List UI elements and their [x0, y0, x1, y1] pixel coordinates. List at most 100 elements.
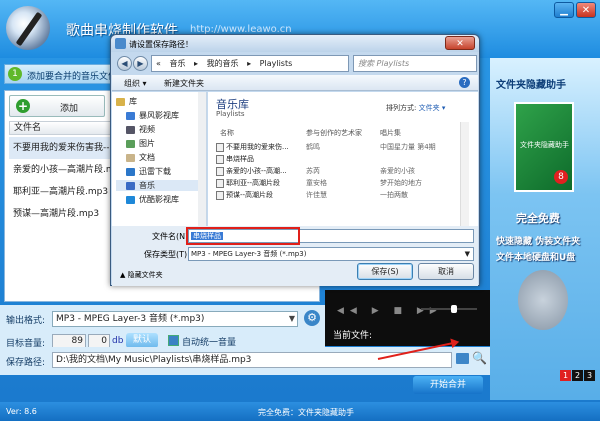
output-format-label: 输出格式:	[6, 316, 46, 326]
breadcrumb-sep: ▸	[194, 59, 199, 68]
ad-panel[interactable]: 文件夹隐藏助手 文件夹隐藏助手 8 完全免费 快速隐藏 伪装文件夹 文件本地硬盘…	[490, 58, 600, 400]
back-button[interactable]: ◀	[117, 56, 132, 71]
ad-pager: 1 2 3	[560, 370, 595, 381]
nav-item-documents[interactable]: 文档	[126, 152, 155, 163]
list-item[interactable]: 预谋—高潮片段.mp3	[9, 203, 119, 225]
breadcrumb-overflow[interactable]: «	[156, 59, 161, 68]
auto-volume-checkbox[interactable]	[168, 335, 179, 346]
search-input[interactable]: 搜索 Playlists	[353, 55, 477, 72]
column-name[interactable]: 名称	[220, 128, 234, 138]
ad-line-1: 快速隐藏 伪装文件夹	[496, 237, 581, 247]
nav-item-thunder[interactable]: 迅雷下载	[126, 166, 171, 177]
status-link[interactable]: 完全免费：文件夹隐藏助手	[258, 407, 354, 418]
ad-box-text: 文件夹隐藏助手	[520, 141, 569, 149]
step-number: 1	[8, 67, 22, 81]
save-button[interactable]: 保存(S)	[357, 263, 413, 280]
file-browser: 音乐库 Playlists 排列方式: 文件夹 ▾ 名称 参与创作的艺术家 唱片…	[208, 92, 478, 226]
save-path-label: 保存路径:	[6, 358, 46, 368]
lock-icon	[518, 270, 568, 330]
file-icon	[216, 154, 224, 164]
column-artist[interactable]: 参与创作的艺术家	[306, 128, 362, 138]
ad-badge: 8	[554, 170, 568, 184]
file-icon	[216, 166, 224, 176]
cancel-button[interactable]: 取消	[418, 263, 474, 280]
close-button[interactable]: ✕	[576, 2, 596, 18]
chevron-down-icon: ▼	[288, 314, 295, 323]
dialog-titlebar: 请设置保存路径！ ✕	[111, 35, 479, 52]
download-icon	[126, 167, 135, 176]
add-button[interactable]: + 添加	[9, 95, 105, 117]
ad-page-3[interactable]: 3	[584, 370, 595, 381]
current-file-label: 当前文件:	[333, 331, 373, 341]
table-row[interactable]: 耶利亚--高潮片段 童安格 梦开始的地方	[216, 178, 470, 190]
default-button[interactable]: 默认	[126, 333, 158, 348]
nav-scrollbar[interactable]	[198, 92, 206, 226]
nav-item-video[interactable]: 视频	[126, 124, 155, 135]
status-bar: Ver: 8.6 完全免费：文件夹隐藏助手	[0, 402, 600, 421]
step-text: 添加要合并的音乐文件	[27, 72, 118, 82]
picture-icon	[126, 139, 135, 148]
dialog-toolbar: 组织 ▾ 新建文件夹 ?	[112, 75, 478, 91]
table-row[interactable]: 亲爱的小孩--高潮... 苏芮 亲爱的小孩	[216, 166, 470, 178]
gear-icon[interactable]: ⚙	[304, 310, 320, 326]
nav-item-library[interactable]: 库	[116, 96, 137, 107]
file-icon	[216, 142, 224, 152]
volume-decimal-input[interactable]: 0	[88, 334, 110, 348]
nav-item-baofeng[interactable]: 暴风影视库	[126, 110, 179, 121]
list-item[interactable]: 亲爱的小孩—高潮片段.mp3	[9, 159, 119, 181]
volume-slider[interactable]	[421, 305, 477, 313]
ad-line-2: 文件本地硬盘和U盘	[496, 253, 576, 263]
search-icon[interactable]: 🔍	[472, 351, 487, 365]
table-row[interactable]: 预谋--高潮片段 许佳慧 一拍两散	[216, 190, 470, 202]
start-merge-button[interactable]: 开始合并	[413, 376, 483, 394]
list-item[interactable]: 不要用我的爱来伤害我--	[9, 137, 119, 159]
breadcrumb-playlists[interactable]: Playlists	[260, 59, 293, 68]
breadcrumb-sep: ▸	[247, 59, 252, 68]
nav-item-pictures[interactable]: 图片	[126, 138, 155, 149]
dialog-title: 请设置保存路径！	[129, 40, 193, 49]
library-subtitle: Playlists	[216, 110, 245, 118]
document-icon	[126, 153, 135, 162]
nav-item-music[interactable]: 音乐	[116, 180, 204, 191]
organize-menu[interactable]: 组织 ▾	[124, 78, 147, 89]
chevron-down-icon: ▼	[464, 250, 470, 258]
library-icon	[116, 97, 125, 106]
ad-product-box: 文件夹隐藏助手 8	[514, 102, 574, 192]
arrange-by[interactable]: 排列方式: 文件夹 ▾	[386, 103, 445, 113]
dialog-close-button[interactable]: ✕	[445, 36, 475, 50]
breadcrumb-music[interactable]: 音乐	[169, 59, 185, 68]
filetype-select[interactable]: MP3 - MPEG Layer-3 音频 (*.mp3) ▼	[188, 247, 474, 261]
forward-button[interactable]: ▶	[133, 56, 148, 71]
file-list: 不要用我的爱来伤害我-- 亲爱的小孩—高潮片段.mp3 耶利亚—高潮片段.mp3…	[9, 137, 119, 225]
db-label: db	[112, 336, 124, 346]
nav-item-youku[interactable]: 优酷影视库	[126, 194, 179, 205]
minimize-button[interactable]: ▁	[554, 2, 574, 18]
ad-page-1[interactable]: 1	[560, 370, 571, 381]
table-row[interactable]: 不要用我的爱来伤... 鹤鸣 中国星力量 第4期	[216, 142, 470, 154]
column-album[interactable]: 唱片集	[380, 128, 401, 138]
folder-icon[interactable]	[456, 353, 469, 364]
output-format-value: MP3 - MPEG Layer-3 音频 (*.mp3)	[56, 314, 205, 324]
new-folder-button[interactable]: 新建文件夹	[164, 78, 204, 89]
list-item[interactable]: 耶利亚—高潮片段.mp3	[9, 181, 119, 203]
plus-icon: +	[16, 99, 30, 113]
save-dialog: 请设置保存路径！ ✕ ◀ ▶ « 音乐 ▸ 我的音乐 ▸ Playlists 搜…	[110, 34, 480, 286]
breadcrumb[interactable]: « 音乐 ▸ 我的音乐 ▸ Playlists	[151, 55, 349, 72]
cd-logo-icon	[6, 6, 50, 50]
content-scrollbar[interactable]	[460, 122, 469, 226]
video-icon	[126, 125, 135, 134]
help-icon[interactable]: ?	[459, 77, 470, 88]
add-label: 添加	[60, 104, 79, 114]
music-icon	[126, 181, 135, 190]
filename-area: 文件名(N): 串烧样品 保存类型(T): MP3 - MPEG Layer-3…	[112, 226, 478, 286]
audio-player: ◀◀ ▶ ■ ▶▶ 当前文件:	[325, 290, 490, 346]
address-row: ◀ ▶ « 音乐 ▸ 我的音乐 ▸ Playlists 搜索 Playlists	[115, 54, 477, 74]
breadcrumb-my-music[interactable]: 我的音乐	[207, 59, 239, 68]
hide-folders-toggle[interactable]: ▲ 隐藏文件夹	[120, 270, 163, 280]
output-format-select[interactable]: MP3 - MPEG Layer-3 音频 (*.mp3) ▼	[52, 311, 298, 327]
ad-title: 文件夹隐藏助手	[496, 80, 566, 91]
arrange-value[interactable]: 文件夹 ▾	[419, 104, 446, 112]
table-row[interactable]: 串烧样品	[216, 154, 470, 166]
ad-page-2[interactable]: 2	[572, 370, 583, 381]
volume-input[interactable]: 89	[52, 334, 86, 348]
